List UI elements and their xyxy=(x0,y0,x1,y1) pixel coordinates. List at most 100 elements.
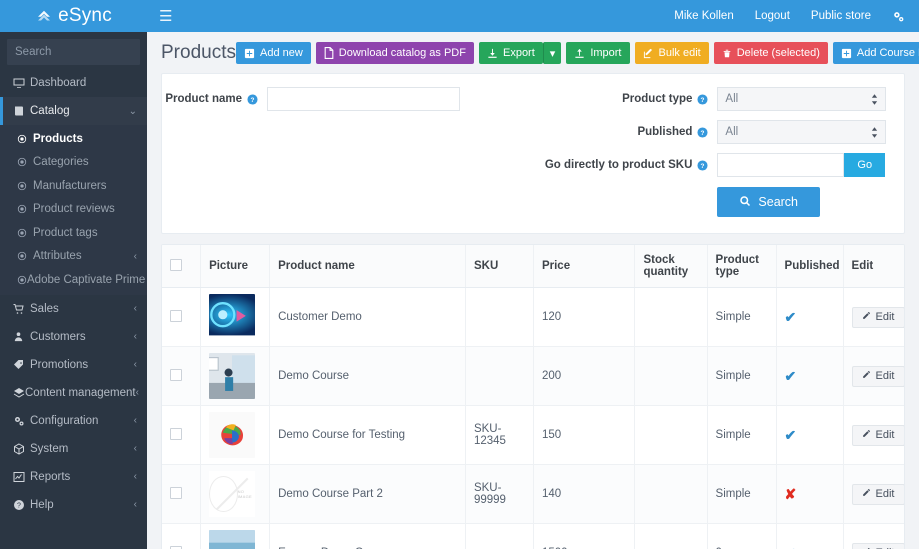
product-name-label: Product name ? xyxy=(165,93,267,105)
product-thumbnail xyxy=(209,530,256,549)
row-published-cell: ✘ xyxy=(776,464,844,524)
sidebar-item-attributes[interactable]: Attributes ‹ xyxy=(0,245,147,269)
row-stock-cell xyxy=(634,287,708,347)
spinner-arrows-icon xyxy=(871,93,878,105)
sidebar-item-content-management[interactable]: Content management ‹ xyxy=(0,379,147,407)
download-catalog-pdf-button[interactable]: Download catalog as PDF xyxy=(315,42,474,64)
select-all-checkbox[interactable] xyxy=(170,258,182,271)
row-product-name-cell: Demo Course Part 2 xyxy=(269,464,466,524)
published-label: Published ? xyxy=(550,126,717,138)
row-checkbox[interactable] xyxy=(170,368,182,381)
no-image-placeholder-icon: NO IMAGE xyxy=(209,471,256,517)
sku-input[interactable] xyxy=(717,153,845,177)
edit-button[interactable]: Edit xyxy=(851,483,904,505)
sidebar-item-configuration[interactable]: Configuration ‹ xyxy=(0,407,147,435)
row-published-cell: ✔ xyxy=(776,523,844,549)
column-sku: SKU xyxy=(465,245,534,288)
published-check-icon: ✔ xyxy=(784,426,797,443)
edit-button[interactable]: Edit xyxy=(851,424,904,446)
product-type-label: Product type ? xyxy=(550,93,717,105)
product-type-select[interactable]: All xyxy=(717,87,886,111)
question-circle-icon[interactable]: ? xyxy=(697,93,708,105)
row-price-cell: 150 xyxy=(533,405,636,465)
user-name-link[interactable]: Mike Kollen xyxy=(674,10,733,22)
question-circle-icon[interactable]: ? xyxy=(697,126,708,138)
row-checkbox[interactable] xyxy=(170,427,182,440)
column-product-type: Product type xyxy=(707,245,777,288)
published-value: All xyxy=(725,126,739,138)
row-select-cell xyxy=(162,287,202,347)
sidebar-item-categories[interactable]: Categories xyxy=(0,151,147,175)
add-course-product-button[interactable]: Add Course Product xyxy=(832,42,919,64)
published-select[interactable]: All xyxy=(717,120,886,144)
delete-selected-button[interactable]: Delete (selected) xyxy=(713,42,828,64)
row-select-cell xyxy=(162,405,202,465)
sidebar-item-label: Product reviews xyxy=(33,203,115,216)
search-input[interactable] xyxy=(15,46,147,58)
sidebar-item-adobe-captivate-prime[interactable]: Adobe Captivate Prime xyxy=(0,268,147,292)
question-circle-icon[interactable]: ? xyxy=(247,93,258,105)
row-checkbox[interactable] xyxy=(170,309,182,322)
bulk-edit-button[interactable]: Bulk edit xyxy=(634,42,709,64)
sidebar-item-manufacturers[interactable]: Manufacturers xyxy=(0,174,147,198)
gears-icon[interactable] xyxy=(892,10,905,23)
row-select-cell xyxy=(162,523,202,549)
product-name-input[interactable] xyxy=(267,87,460,111)
sidebar-item-catalog[interactable]: Catalog ⌄ xyxy=(0,97,147,125)
sidebar-item-reports[interactable]: Reports ‹ xyxy=(0,463,147,491)
sidebar-item-label: Customers xyxy=(30,330,86,343)
chevron-left-icon: ‹ xyxy=(133,471,137,482)
sku-label: Go directly to product SKU ? xyxy=(545,159,717,171)
sku-row: Go directly to product SKU ? Go xyxy=(545,153,886,177)
svg-text:?: ? xyxy=(251,96,255,103)
export-button[interactable]: Export xyxy=(478,42,543,64)
sidebar-item-products[interactable]: Products xyxy=(0,127,147,151)
row-product-name-cell: Customer Demo xyxy=(269,287,466,347)
brand-header[interactable]: eSync xyxy=(0,0,147,32)
main-area: ☰ Mike Kollen Logout Public store Produc… xyxy=(147,0,919,549)
row-checkbox[interactable] xyxy=(170,486,182,499)
row-sku-cell: SKU-99999 xyxy=(465,464,534,524)
row-checkbox[interactable] xyxy=(170,545,182,549)
table-row: Demo Course for Testing SKU-12345 150 Simpl… xyxy=(162,405,904,465)
products-table-head: Picture Product name SKU Price Stock qua… xyxy=(162,245,904,288)
sidebar-item-system[interactable]: System ‹ xyxy=(0,435,147,463)
book-icon xyxy=(13,105,30,117)
sidebar-item-product-reviews[interactable]: Product reviews xyxy=(0,198,147,222)
public-store-link[interactable]: Public store xyxy=(811,10,871,22)
search-button[interactable]: Search xyxy=(717,187,821,217)
hamburger-icon[interactable]: ☰ xyxy=(159,9,172,24)
caret-down-icon: ▾ xyxy=(549,47,556,60)
sidebar-item-product-tags[interactable]: Product tags xyxy=(0,221,147,245)
import-button[interactable]: Import xyxy=(566,42,630,64)
sidebar-item-sales[interactable]: Sales ‹ xyxy=(0,295,147,323)
sidebar-item-label: System xyxy=(30,442,69,455)
gears-icon xyxy=(13,415,30,427)
sidebar-item-dashboard[interactable]: Dashboard xyxy=(0,69,147,97)
go-button[interactable]: Go xyxy=(844,153,886,177)
logout-link[interactable]: Logout xyxy=(755,10,790,22)
export-dropdown-toggle[interactable]: ▾ xyxy=(542,42,562,64)
sidebar-item-label: Product tags xyxy=(33,226,98,239)
product-thumbnail xyxy=(209,353,256,399)
sidebar-search[interactable] xyxy=(7,39,147,65)
download-icon xyxy=(487,48,498,59)
question-circle-icon[interactable]: ? xyxy=(697,159,708,171)
sidebar-item-label: Products xyxy=(33,132,83,145)
row-edit-cell: Edit xyxy=(843,464,904,524)
row-stock-cell xyxy=(634,405,708,465)
sidebar-item-customers[interactable]: Customers ‹ xyxy=(0,323,147,351)
sidebar-item-label: Dashboard xyxy=(30,77,87,89)
column-stock-quantity: Stock quantity xyxy=(634,245,708,288)
chevron-left-icon: ‹ xyxy=(133,359,137,370)
cart-icon xyxy=(13,303,30,315)
page-title: Products xyxy=(161,42,236,63)
add-new-button[interactable]: Add new xyxy=(235,42,311,64)
edit-button[interactable]: Edit xyxy=(851,365,904,387)
edit-button-label: Edit xyxy=(875,370,895,382)
edit-button[interactable]: Edit xyxy=(851,542,904,549)
sidebar-item-help[interactable]: ? Help ‹ xyxy=(0,491,147,519)
edit-button[interactable]: Edit xyxy=(851,306,904,328)
row-picture-cell: NO IMAGE xyxy=(200,464,271,524)
sidebar-item-promotions[interactable]: Promotions ‹ xyxy=(0,351,147,379)
